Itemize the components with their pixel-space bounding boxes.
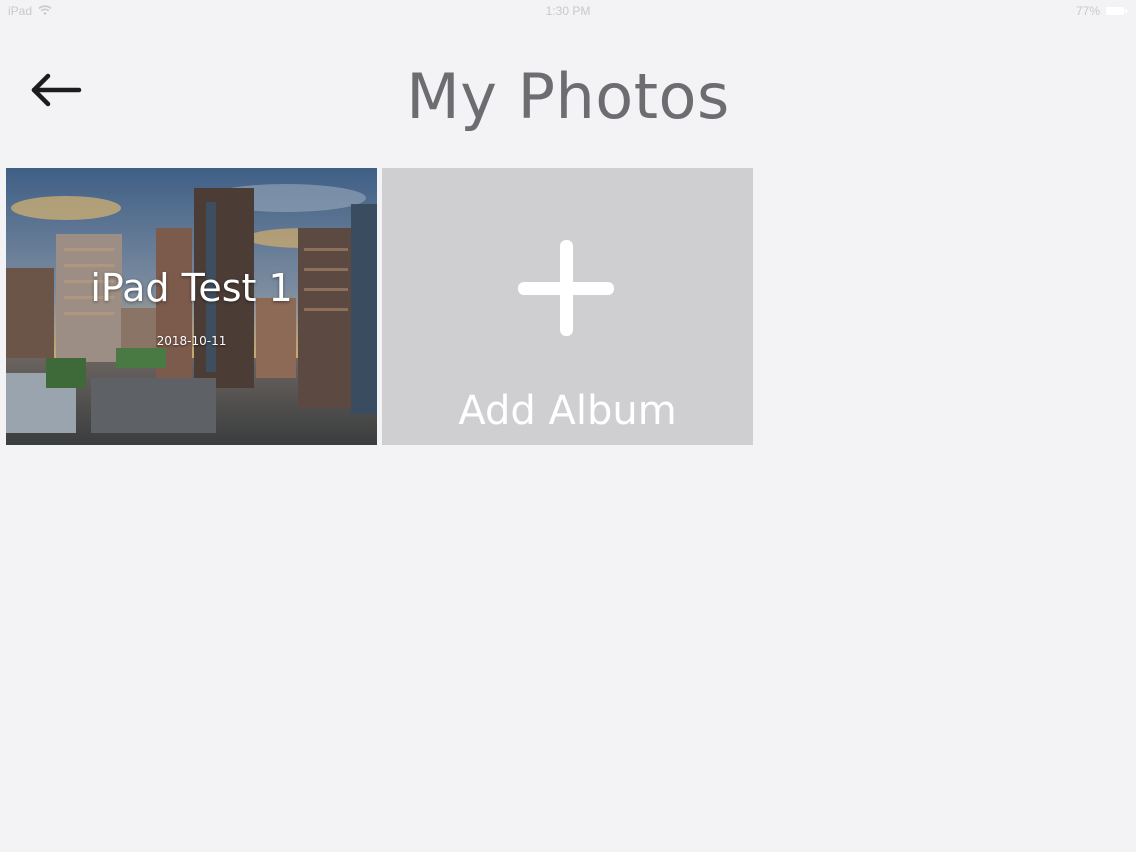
album-card[interactable]: iPad Test 1 2018-10-11 xyxy=(6,168,377,445)
battery-icon xyxy=(1106,7,1127,15)
header: My Photos xyxy=(0,40,1136,150)
add-album-label: Add Album xyxy=(458,388,677,434)
status-bar: iPad 1:30 PM 77% xyxy=(0,0,1136,22)
plus-icon xyxy=(518,240,614,336)
album-date: 2018-10-11 xyxy=(156,334,227,348)
album-title: iPad Test 1 xyxy=(90,266,293,310)
battery-percent: 77% xyxy=(1075,4,1100,18)
page-title: My Photos xyxy=(406,60,730,133)
status-right: 77% xyxy=(1075,4,1127,18)
album-grid: iPad Test 1 2018-10-11 Add Album xyxy=(6,168,753,445)
status-time: 1:30 PM xyxy=(545,4,591,18)
add-album-button[interactable]: Add Album xyxy=(382,168,753,445)
